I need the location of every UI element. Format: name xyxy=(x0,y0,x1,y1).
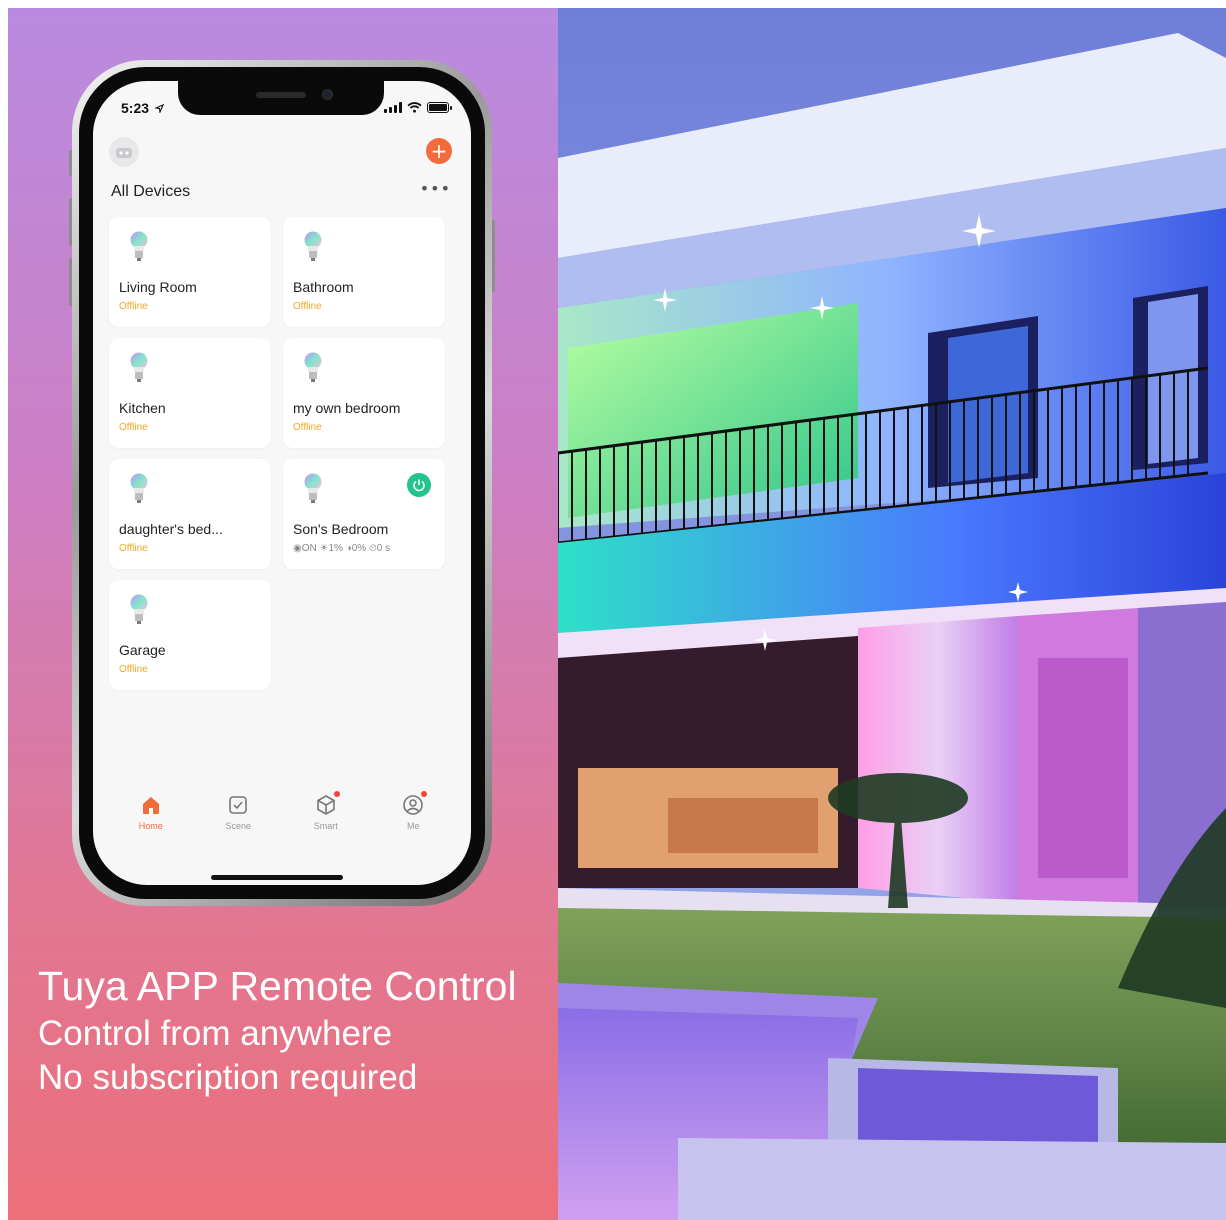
tab-me[interactable]: Me xyxy=(383,791,443,831)
tab-scene[interactable]: Scene xyxy=(208,793,268,831)
device-status: Offline xyxy=(293,301,322,312)
phone-power-button xyxy=(492,220,495,292)
device-card-my-own-bedroom[interactable]: my own bedroom Offline xyxy=(283,338,445,448)
device-status: Offline xyxy=(119,301,148,312)
rgb-bulb-icon xyxy=(130,231,148,261)
promo-headline: Tuya APP Remote Control xyxy=(38,963,517,1009)
device-name: Kitchen xyxy=(119,400,166,416)
device-card-sons-bedroom[interactable]: Son's Bedroom ◉ON ☀1% ◑0% ⏲0 s xyxy=(283,459,445,569)
device-card-living-room[interactable]: Living Room Offline xyxy=(109,217,271,327)
promo-panel: 5:23 + All Devices ••• Living Room Offli… xyxy=(8,8,558,1220)
device-card-kitchen[interactable]: Kitchen Offline xyxy=(109,338,271,448)
device-grid: Living Room Offline Bathroom Offline Kit… xyxy=(109,217,447,690)
battery-icon xyxy=(427,102,452,113)
promo-subline-1: Control from anywhere xyxy=(38,1014,393,1053)
device-status: Offline xyxy=(293,422,322,433)
device-name: Garage xyxy=(119,642,166,658)
promo-tagline: Tuya APP Remote Control Control from any… xyxy=(38,960,517,1100)
page-title: All Devices xyxy=(111,183,191,200)
bottom-tab-bar: Home Scene Smart Me xyxy=(93,791,471,831)
house-lighting-photo xyxy=(558,8,1226,1220)
smart-cube-icon xyxy=(316,795,335,815)
tab-label: Scene xyxy=(225,821,252,831)
rgb-bulb-icon xyxy=(304,352,322,382)
rgb-bulb-icon xyxy=(130,473,148,503)
more-options-button[interactable]: ••• xyxy=(420,179,451,198)
status-time: 5:23 xyxy=(121,100,165,116)
device-card-daughters-bedroom[interactable]: daughter's bed... Offline xyxy=(109,459,271,569)
tab-label: Me xyxy=(406,821,420,831)
add-device-button[interactable]: + xyxy=(426,138,452,164)
phone-mute-switch xyxy=(69,150,72,176)
notification-dot xyxy=(421,791,428,797)
phone-volume-up xyxy=(69,198,72,246)
home-avatar[interactable] xyxy=(109,137,139,167)
tab-smart[interactable]: Smart xyxy=(296,791,356,831)
scene-checkbox-icon xyxy=(229,796,248,814)
phone-volume-down xyxy=(69,258,72,306)
home-icon xyxy=(142,797,159,814)
device-status: Offline xyxy=(119,664,148,675)
device-status: Offline xyxy=(119,422,148,433)
phone-bezel: 5:23 + All Devices ••• Living Room Offli… xyxy=(79,67,485,899)
device-status: Offline xyxy=(119,543,148,554)
home-indicator xyxy=(211,875,343,880)
device-status-readout: ◉ON ☀1% ◑0% ⏲0 s xyxy=(293,543,391,554)
rgb-bulb-icon xyxy=(130,594,148,624)
wifi-icon xyxy=(407,102,422,113)
tab-label: Smart xyxy=(313,821,338,831)
power-icon xyxy=(413,479,425,492)
power-toggle-button[interactable] xyxy=(407,473,431,497)
device-name: Bathroom xyxy=(293,279,354,295)
tab-label: Home xyxy=(138,821,163,831)
device-card-bathroom[interactable]: Bathroom Offline xyxy=(283,217,445,327)
app-screen: 5:23 + All Devices ••• Living Room Offli… xyxy=(93,81,471,885)
device-name: Son's Bedroom xyxy=(293,521,389,537)
front-camera xyxy=(322,89,333,100)
phone-notch xyxy=(178,81,384,115)
location-arrow-icon xyxy=(153,103,165,115)
notification-dot xyxy=(333,791,340,797)
device-name: daughter's bed... xyxy=(119,521,223,537)
home-avatar-icon xyxy=(116,148,132,158)
rgb-bulb-icon xyxy=(304,231,322,261)
device-card-garage[interactable]: Garage Offline xyxy=(109,580,271,690)
rgb-bulb-icon xyxy=(304,473,322,503)
device-name: Living Room xyxy=(119,279,197,295)
rgb-bulb-icon xyxy=(130,352,148,382)
cellular-signal-icon xyxy=(384,102,402,113)
tab-home[interactable]: Home xyxy=(121,793,181,831)
device-name: my own bedroom xyxy=(293,400,401,416)
phone-mockup: 5:23 + All Devices ••• Living Room Offli… xyxy=(69,60,495,906)
promo-subline-2: No subscription required xyxy=(38,1058,418,1097)
status-icons xyxy=(384,102,452,113)
house-illustration xyxy=(558,8,1226,1220)
speaker-grille xyxy=(256,92,306,98)
